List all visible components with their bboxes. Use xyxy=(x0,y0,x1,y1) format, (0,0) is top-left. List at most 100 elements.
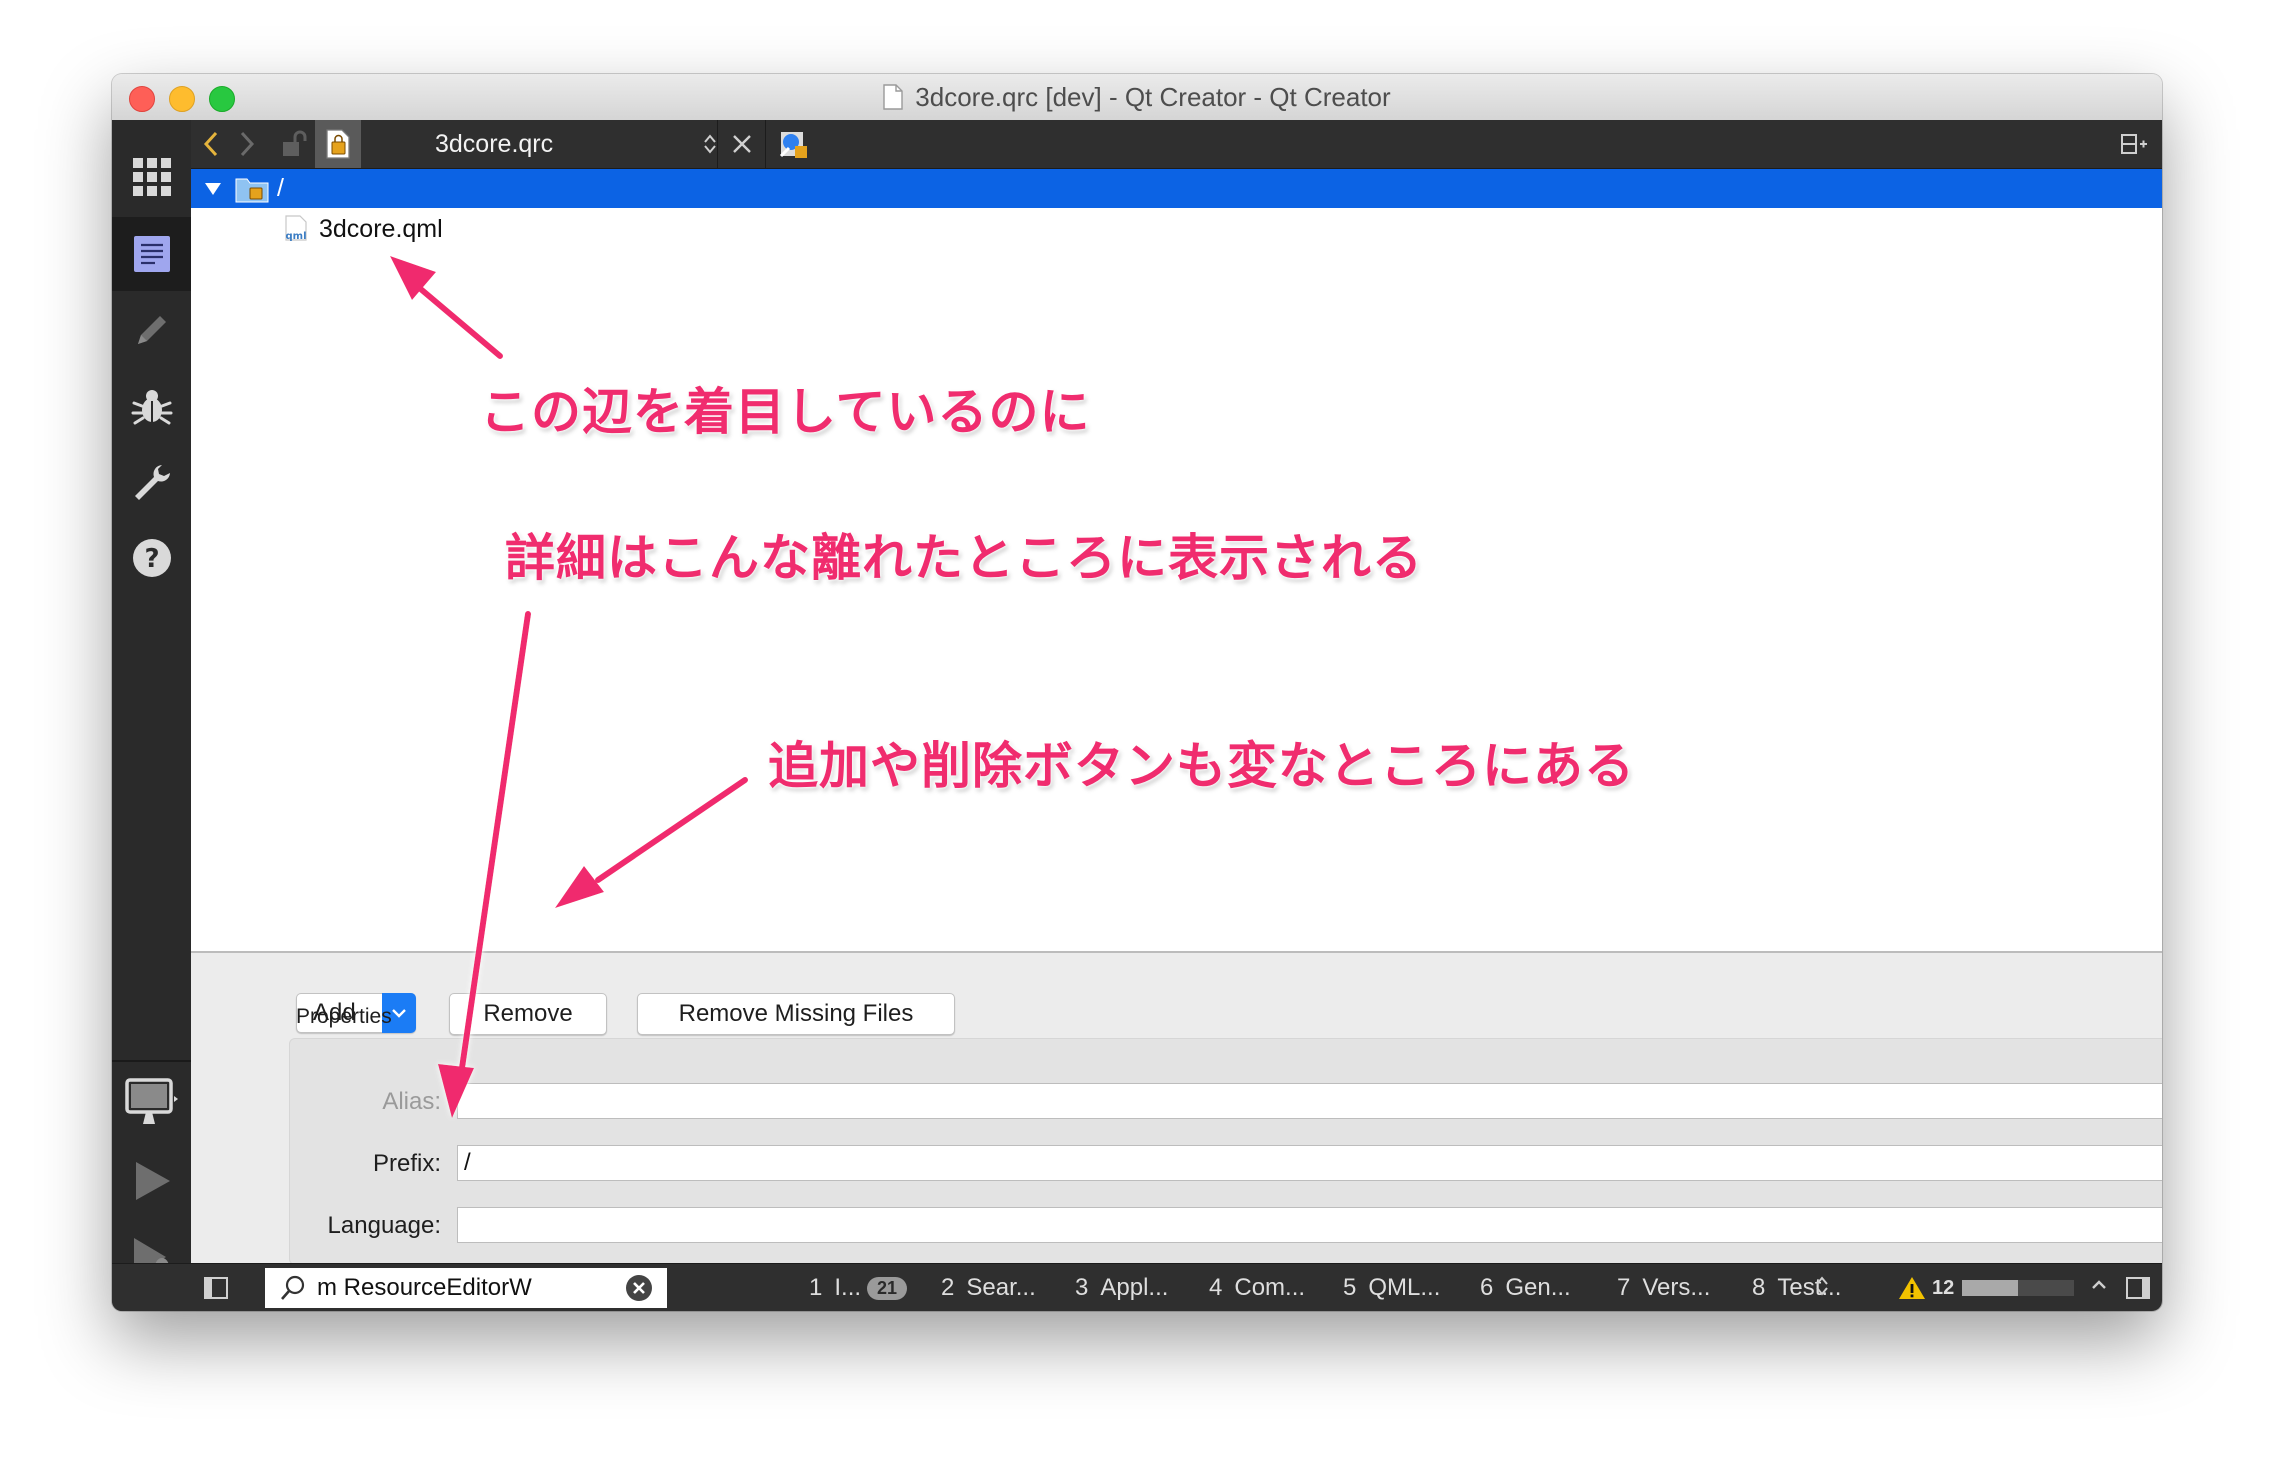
output-tab-number: 2 xyxy=(941,1274,955,1301)
output-tab-number: 8 xyxy=(1752,1274,1766,1301)
mode-design[interactable] xyxy=(112,293,191,367)
qrc-file-icon xyxy=(326,129,350,159)
alias-field[interactable] xyxy=(457,1083,2162,1119)
output-tab-label: Sear... xyxy=(966,1274,1036,1301)
edit-document-icon xyxy=(133,236,170,272)
mode-help[interactable]: ? xyxy=(112,521,191,595)
issues-indicator[interactable]: 12 xyxy=(1898,1264,1954,1311)
output-tab-label: Com... xyxy=(1234,1274,1306,1301)
mode-selector: ? xyxy=(112,120,191,1311)
mode-welcome[interactable] xyxy=(112,140,191,214)
svg-text:?: ? xyxy=(144,544,159,574)
tree-row-prefix[interactable]: / xyxy=(191,169,2162,208)
annotation-focus: この辺を着目しているのに xyxy=(480,383,1091,441)
annotation-details: 詳細はこんな離れたところに表示される xyxy=(505,529,1423,587)
output-tab-number: 4 xyxy=(1209,1274,1223,1301)
alias-label: Alias: xyxy=(382,1088,441,1115)
remove-button-label: Remove xyxy=(483,1000,573,1027)
clear-search-icon[interactable] xyxy=(625,1274,653,1302)
toggle-right-sidebar-button[interactable] xyxy=(2124,1274,2152,1302)
output-tab[interactable]: 2 Sear... xyxy=(941,1264,1036,1311)
split-editor-button[interactable] xyxy=(2114,120,2154,168)
svg-text:qml: qml xyxy=(285,231,306,242)
annotation-buttons: 追加や削除ボタンも変なところにある xyxy=(768,737,1635,795)
resource-properties-panel: Add Remove Remove Missing Files Properti… xyxy=(191,951,2162,1311)
up-down-chevron-icon xyxy=(704,134,716,154)
document-icon xyxy=(883,84,903,110)
chevron-right-icon xyxy=(240,131,255,157)
output-tabs-more-button[interactable] xyxy=(1815,1274,1835,1302)
monitor-icon xyxy=(124,1078,178,1124)
help-icon: ? xyxy=(132,539,171,577)
output-tab-number: 5 xyxy=(1343,1274,1357,1301)
open-with-button[interactable] xyxy=(771,120,815,168)
document-name: 3dcore.qrc xyxy=(435,129,554,158)
bug-icon xyxy=(131,390,172,425)
output-tab[interactable]: 4 Com... xyxy=(1209,1264,1305,1311)
toggle-progress-button[interactable] xyxy=(2090,1274,2114,1302)
document-selector[interactable]: 3dcore.qrc xyxy=(429,120,717,168)
output-tab-number: 6 xyxy=(1480,1274,1494,1301)
output-tab-number: 1 xyxy=(809,1274,823,1301)
warning-count: 12 xyxy=(1932,1276,1955,1299)
grid-icon xyxy=(132,158,171,196)
chevron-up-icon xyxy=(2092,1280,2106,1289)
run-button[interactable] xyxy=(112,1144,191,1218)
tree-prefix-label: / xyxy=(277,174,284,202)
file-lock-button[interactable] xyxy=(275,120,315,168)
prefix-field[interactable]: / xyxy=(457,1145,2162,1181)
editor-toolbar: 3dcore.qrc xyxy=(191,120,2162,169)
output-tab-label: Appl... xyxy=(1100,1274,1169,1301)
locator-text: m ResourceEditorW xyxy=(317,1274,532,1301)
output-tab[interactable]: 7 Vers... xyxy=(1617,1264,1710,1311)
window-title: 3dcore.qrc [dev] - Qt Creator - Qt Creat… xyxy=(915,81,1391,112)
pencil-icon xyxy=(137,316,166,344)
remove-missing-files-label: Remove Missing Files xyxy=(678,1000,914,1027)
sidebar-toggle-icon xyxy=(204,1277,228,1299)
output-tab-label: Gen... xyxy=(1505,1274,1571,1301)
output-tab-number: 3 xyxy=(1075,1274,1089,1301)
properties-group-title: Properties xyxy=(296,1005,392,1028)
play-icon xyxy=(135,1162,170,1200)
output-tab[interactable]: 1 I... 21 xyxy=(809,1264,908,1311)
build-progress-bar xyxy=(1962,1280,2074,1296)
sidebar-toggle-right-icon xyxy=(2126,1277,2150,1299)
chevron-left-icon xyxy=(203,131,218,157)
tree-file-label: 3dcore.qml xyxy=(319,214,443,243)
language-field[interactable] xyxy=(457,1207,2162,1243)
up-down-chevron-icon xyxy=(1816,1276,1828,1296)
remove-button[interactable]: Remove xyxy=(449,993,607,1035)
output-tab[interactable]: 5 QML... xyxy=(1343,1264,1440,1311)
remove-missing-files-button[interactable]: Remove Missing Files xyxy=(637,993,955,1035)
issues-count-badge: 21 xyxy=(867,1276,908,1300)
unlock-icon xyxy=(283,130,307,156)
mode-debug[interactable] xyxy=(112,369,191,443)
navigate-back-button[interactable] xyxy=(193,120,229,168)
resource-editor-icon xyxy=(779,132,807,158)
mode-edit[interactable] xyxy=(112,217,191,291)
output-tab-number: 7 xyxy=(1617,1274,1631,1301)
output-tab[interactable]: 6 Gen... xyxy=(1480,1264,1571,1311)
close-document-button[interactable] xyxy=(723,120,761,168)
locator-input[interactable]: m ResourceEditorW xyxy=(265,1268,667,1308)
close-icon xyxy=(733,135,751,153)
mode-projects[interactable] xyxy=(112,445,191,519)
file-type-indicator xyxy=(315,120,361,168)
tree-row-file[interactable]: qml 3dcore.qml xyxy=(191,209,2162,249)
navigate-forward-button[interactable] xyxy=(229,120,265,168)
status-bar: m ResourceEditorW 1 I... 21 2 Sear... 3 Appl..… xyxy=(112,1263,2162,1311)
split-icon xyxy=(2121,134,2147,154)
output-tab-label: Vers... xyxy=(1642,1274,1711,1301)
title-bar: 3dcore.qrc [dev] - Qt Creator - Qt Creat… xyxy=(112,74,2162,121)
output-tab-label: QML... xyxy=(1368,1274,1441,1301)
output-tab-label: I... xyxy=(834,1274,862,1301)
toggle-sidebar-button[interactable] xyxy=(202,1274,230,1302)
prefix-label: Prefix: xyxy=(372,1150,441,1177)
qt-creator-window: 3dcore.qrc [dev] - Qt Creator - Qt Creat… xyxy=(112,74,2162,1311)
wrench-icon xyxy=(134,465,170,500)
disclosure-triangle-icon[interactable] xyxy=(203,181,223,197)
language-label: Language: xyxy=(327,1212,441,1239)
output-tab[interactable]: 3 Appl... xyxy=(1075,1264,1168,1311)
warning-icon xyxy=(1899,1277,1925,1299)
kit-selector[interactable] xyxy=(112,1066,191,1140)
